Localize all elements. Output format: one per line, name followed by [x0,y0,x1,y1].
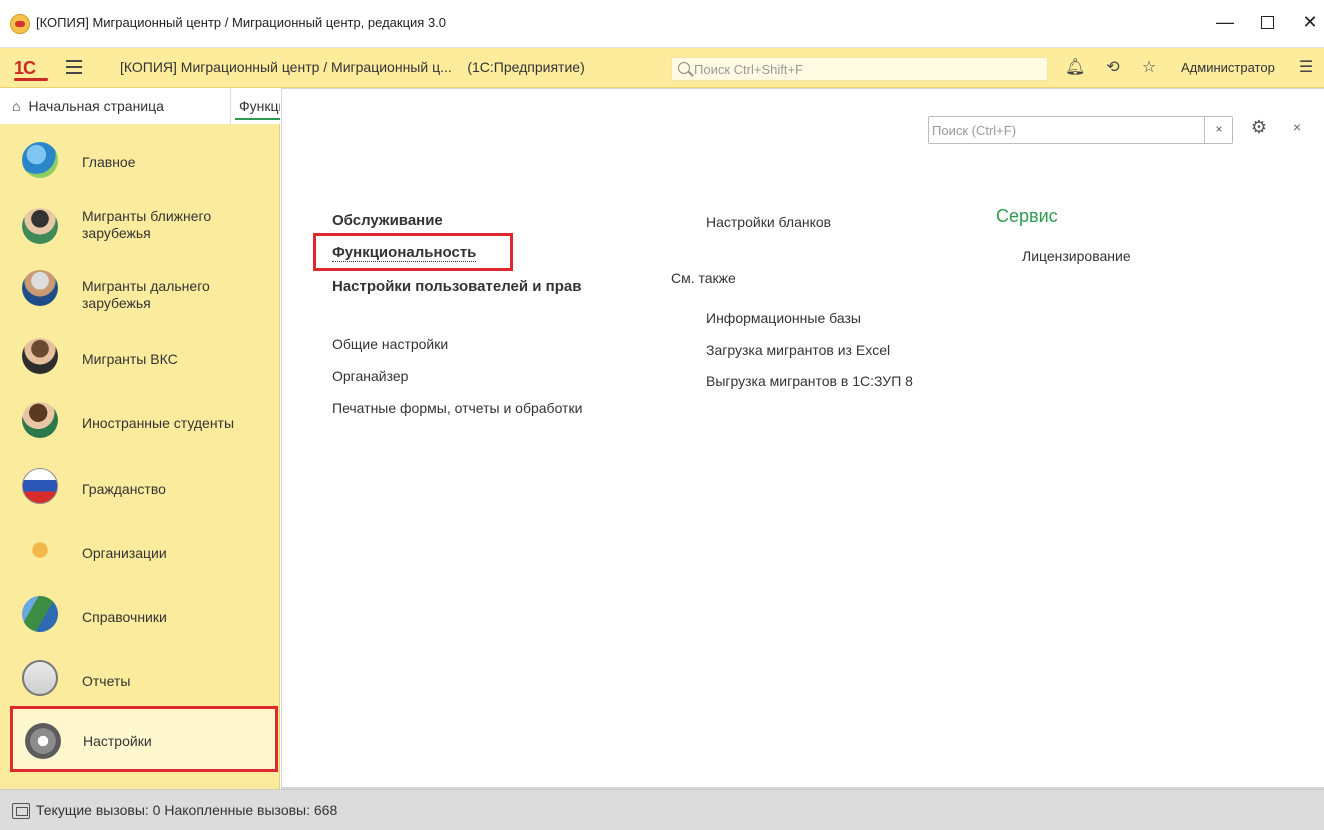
bell-icon[interactable]: 🔔︎ [1065,58,1085,78]
organization-icon [22,532,58,568]
link-service[interactable]: Обслуживание [332,212,443,229]
close-window-button[interactable]: ✕ [1297,10,1323,36]
sidebar-item-label: Мигранты ближнего зарубежья [82,208,212,241]
global-search-input[interactable] [694,60,1044,78]
panel-search-input[interactable] [932,120,1202,140]
flag-icon [22,468,58,504]
tab-functionality[interactable]: Функциональность [230,88,280,124]
migrant-near-icon [22,208,58,244]
gear-icon [25,723,61,759]
sidebar-item-reports[interactable]: Отчеты [0,646,280,708]
link-blanks-settings[interactable]: Настройки бланков [706,214,831,230]
minimize-button[interactable]: — [1212,10,1238,36]
sidebar-item-main[interactable]: Главное [0,128,280,190]
status-bar: Текущие вызовы: 0 Накопленные вызовы: 66… [0,789,1324,830]
link-general-settings[interactable]: Общие настройки [332,336,448,352]
tab-functionality-label: Функциональность [239,98,280,114]
section-service-heading: Сервис [996,206,1058,226]
functionality-label: Функциональность [332,244,477,262]
people-icon [22,142,58,178]
platform-label: (1С:Предприятие) [467,59,585,75]
status-text: Текущие вызовы: 0 Накопленные вызовы: 66… [36,802,338,818]
app-title: [КОПИЯ] Миграционный центр / Миграционны… [120,59,452,75]
logo-text: 1С [14,58,36,78]
sidebar-item-references[interactable]: Справочники [0,582,280,644]
user-name[interactable]: Администратор [1181,60,1275,75]
window-title: [КОПИЯ] Миграционный центр / Миграционны… [36,15,447,30]
active-tab-indicator [235,118,280,120]
link-unload-zup[interactable]: Выгрузка мигрантов в 1С:ЗУП 8 [706,373,913,389]
link-users-rights[interactable]: Настройки пользователей и прав [332,278,581,295]
toolbar-title: [КОПИЯ] Миграционный центр / Миграционны… [120,59,585,75]
sidebar-item-label: Отчеты [82,673,131,689]
sidebar-item-label: Настройки [83,733,152,749]
link-print-forms[interactable]: Печатные формы, отчеты и обработки [332,400,582,416]
link-organizer[interactable]: Органайзер [332,368,408,384]
logo-1c[interactable]: 1С [14,58,48,81]
tab-home-label: Начальная страница [28,98,164,114]
report-icon [22,660,58,696]
close-panel-button[interactable]: × [1289,119,1305,139]
windows-icon[interactable] [12,803,30,819]
window-titlebar: [КОПИЯ] Миграционный центр / Миграционны… [0,0,1324,48]
sidebar-item-label: Гражданство [82,481,166,497]
link-load-excel[interactable]: Загрузка мигрантов из Excel [706,342,890,358]
sidebar-item-organizations[interactable]: Организации [0,518,280,580]
migrant-far-icon [22,270,58,306]
sidebar-item-label: Мигранты дальнего зарубежья [82,278,210,311]
sidebar-item-label: Организации [82,545,167,561]
star-icon[interactable]: ☆ [1139,58,1159,78]
main-toolbar: 1С [КОПИЯ] Миграционный центр / Миграцио… [0,48,1324,88]
link-info-bases[interactable]: Информационные базы [706,310,861,326]
books-icon [17,591,63,637]
migrant-vks-icon [22,338,58,374]
search-icon [678,62,690,74]
hamburger-menu-icon[interactable] [66,60,82,74]
settings-gear-icon[interactable]: ⚙ [1248,117,1270,139]
clear-search-button[interactable]: × [1204,116,1233,144]
link-functionality[interactable]: Функциональность [332,244,477,262]
sidebar: Главное Мигранты ближнего зарубежья Мигр… [0,124,280,789]
sidebar-item-label: Справочники [82,609,167,625]
home-icon: ⌂ [12,98,21,114]
sidebar-item-students[interactable]: Иностранные студенты [0,388,280,450]
panel-search[interactable]: × [928,116,1233,144]
history-icon[interactable]: ⟲ [1103,58,1123,78]
link-licensing[interactable]: Лицензирование [1022,248,1131,264]
sidebar-item-migrants-near[interactable]: Мигранты ближнего зарубежья [0,194,280,256]
sidebar-item-label: Иностранные студенты [82,415,235,431]
student-icon [22,402,58,438]
see-also-label: См. также [671,270,736,286]
sidebar-item-citizenship[interactable]: Гражданство [0,454,280,516]
content-panel [281,88,1324,789]
maximize-button[interactable] [1254,10,1280,36]
sidebar-item-settings[interactable]: Настройки [10,706,278,772]
global-search[interactable] [671,57,1048,81]
sidebar-item-label: Главное [82,154,136,170]
app-logo-icon [10,14,30,34]
tab-home[interactable]: ⌂ Начальная страница [12,98,164,114]
more-menu-icon[interactable]: ☰ [1296,58,1316,78]
sidebar-item-migrants-vks[interactable]: Мигранты ВКС [0,324,280,386]
sidebar-item-label: Мигранты ВКС [82,351,178,367]
maximize-icon [1260,16,1274,29]
sidebar-item-migrants-far[interactable]: Мигранты дальнего зарубежья [0,256,280,318]
